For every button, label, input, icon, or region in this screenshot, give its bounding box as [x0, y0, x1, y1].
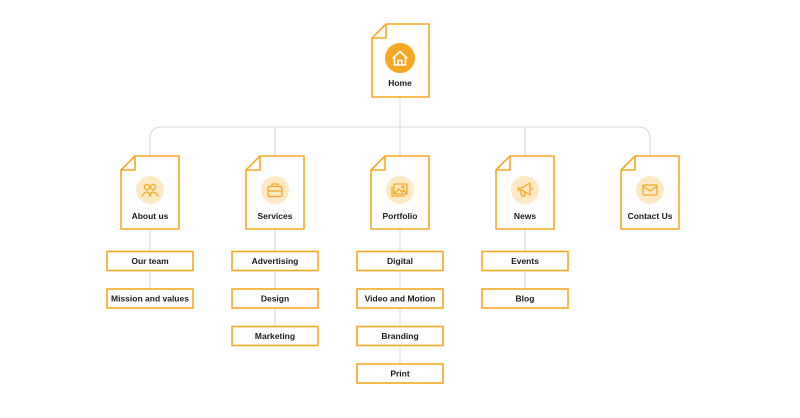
section-pages: About us Our team Mission and values Servic…	[106, 155, 680, 384]
subpage-design: Design	[231, 288, 319, 309]
section-node-portfolio: Portfolio	[370, 155, 430, 230]
subpage-label: Design	[261, 294, 289, 304]
home-icon-badge	[385, 43, 415, 73]
sitemap-diagram: Home About us Our team Mission and values S…	[106, 23, 680, 384]
subpage-label: Video and Motion	[365, 294, 436, 304]
subpage-label: Marketing	[255, 331, 295, 341]
section-node-services: Services	[245, 155, 305, 230]
section-label-news: News	[514, 211, 536, 221]
section-label-about-us: About us	[132, 211, 169, 221]
icon-badge	[636, 176, 664, 204]
subpage-branding: Branding	[356, 325, 444, 347]
section-node-news: News	[495, 155, 555, 230]
icon-badge	[261, 176, 289, 204]
subpage-label: Blog	[516, 294, 535, 304]
subpage-advertising: Advertising	[231, 250, 319, 272]
section-node-about-us: About us	[120, 155, 180, 230]
subpage-label: Branding	[381, 331, 418, 341]
subpage-label: Our team	[131, 256, 169, 266]
subpage-marketing: Marketing	[231, 325, 319, 347]
subpage-events: Events	[481, 250, 569, 272]
subpage-blog: Blog	[481, 288, 569, 309]
home-page-node: Home	[371, 23, 430, 98]
section-label-contact-us: Contact Us	[628, 211, 673, 221]
icon-badge	[511, 176, 539, 204]
subpage-label: Digital	[387, 256, 413, 266]
subpage-mission-and-values: Mission and values	[106, 288, 194, 309]
subpage-our-team: Our team	[106, 250, 194, 272]
icon-badge	[136, 176, 164, 204]
section-node-contact-us: Contact Us	[620, 155, 680, 230]
home-label: Home	[388, 78, 412, 88]
subpage-label: Print	[390, 369, 410, 379]
subpage-digital: Digital	[356, 250, 444, 272]
subpage-label: Events	[511, 256, 539, 266]
subpage-label: Mission and values	[111, 294, 189, 304]
subpage-video-and-motion: Video and Motion	[356, 288, 444, 309]
section-label-services: Services	[258, 211, 293, 221]
subpage-print: Print	[356, 363, 444, 384]
section-label-portfolio: Portfolio	[383, 211, 418, 221]
subpage-label: Advertising	[252, 256, 299, 266]
